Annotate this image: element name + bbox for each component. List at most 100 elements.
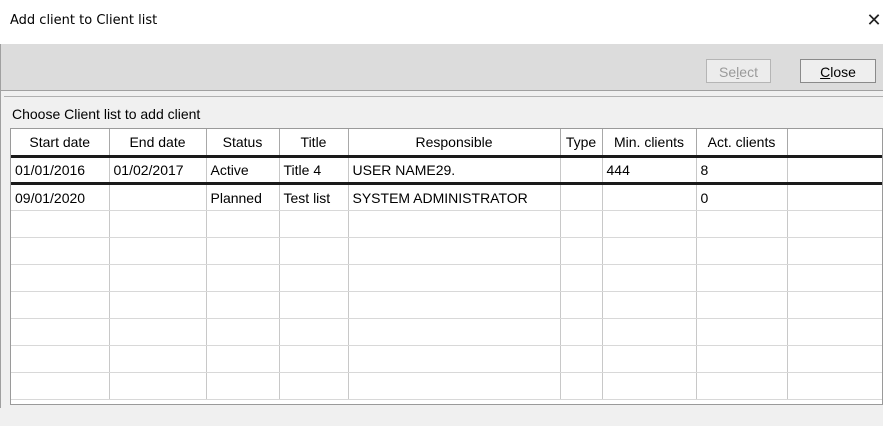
- empty-table-row[interactable]: [11, 345, 882, 373]
- table-cell: [279, 210, 349, 238]
- table-cell: [109, 318, 207, 346]
- table-cell: [279, 318, 349, 346]
- table-cell: [206, 345, 280, 373]
- column-header[interactable]: Act. clients: [696, 129, 788, 157]
- empty-table-row[interactable]: [11, 291, 882, 319]
- column-header[interactable]: Min. clients: [602, 129, 697, 157]
- client-list-grid: Start date End date Status Title Responsible…: [11, 129, 882, 400]
- table-cell: 0: [696, 183, 788, 211]
- table-cell: [348, 237, 561, 265]
- table-cell: [787, 155, 882, 185]
- table-cell: [206, 372, 280, 400]
- table-cell: [11, 291, 110, 319]
- select-button[interactable]: Select: [706, 59, 771, 83]
- table-cell: Active: [206, 155, 280, 185]
- table-header-row: Start date End date Status Title Responsible…: [11, 129, 882, 157]
- table-cell: 09/01/2020: [11, 183, 110, 211]
- table-cell: [560, 372, 603, 400]
- table-cell: [109, 264, 207, 292]
- table-cell: [696, 264, 788, 292]
- table-cell: [206, 264, 280, 292]
- table-cell: [560, 264, 603, 292]
- table-cell: [560, 318, 603, 346]
- section-label: Choose Client list to add client: [12, 106, 201, 122]
- column-header[interactable]: Title: [279, 129, 349, 157]
- column-header[interactable]: Status: [206, 129, 280, 157]
- table-cell: [787, 183, 882, 211]
- empty-table-row[interactable]: [11, 237, 882, 265]
- table-cell: [696, 318, 788, 346]
- table-cell: [602, 318, 697, 346]
- table-cell: 01/01/2016: [11, 155, 110, 185]
- table-cell: [560, 291, 603, 319]
- table-cell: [560, 237, 603, 265]
- title-bar: Add client to Client list ✕: [0, 0, 883, 44]
- window-left-edge: [0, 44, 1, 426]
- table-cell: [602, 372, 697, 400]
- table-cell: [560, 345, 603, 373]
- table-cell: [348, 318, 561, 346]
- empty-table-row[interactable]: [11, 318, 882, 346]
- table-cell: [109, 183, 207, 211]
- status-area: [0, 408, 883, 426]
- table-cell: [206, 210, 280, 238]
- table-cell: [787, 345, 882, 373]
- table-cell: [348, 291, 561, 319]
- table-cell: [11, 264, 110, 292]
- table-cell: [560, 183, 603, 211]
- table-cell: [279, 345, 349, 373]
- table-cell: Title 4: [279, 155, 349, 185]
- select-button-label: Select: [719, 64, 758, 80]
- table-cell: [602, 183, 697, 211]
- table-cell: [109, 372, 207, 400]
- table-cell: [787, 291, 882, 319]
- column-header[interactable]: [787, 129, 882, 157]
- table-cell: [348, 264, 561, 292]
- table-cell: [696, 210, 788, 238]
- table-row[interactable]: 01/01/2016 01/02/2017 Active Title 4 USER NA…: [11, 155, 882, 185]
- client-list-table[interactable]: Start date End date Status Title Responsible…: [10, 128, 883, 405]
- table-cell: 444: [602, 155, 697, 185]
- close-button[interactable]: Close: [800, 59, 876, 83]
- close-icon[interactable]: ✕: [865, 10, 883, 32]
- empty-table-row[interactable]: [11, 372, 882, 400]
- column-header[interactable]: Start date: [11, 129, 110, 157]
- table-cell: [206, 237, 280, 265]
- table-cell: [560, 210, 603, 238]
- table-cell: [279, 237, 349, 265]
- table-cell: [348, 372, 561, 400]
- table-row[interactable]: 09/01/2020 Planned Test list SYSTEM ADMINIS…: [11, 183, 882, 211]
- table-cell: [348, 345, 561, 373]
- empty-table-row[interactable]: [11, 264, 882, 292]
- table-cell: [696, 345, 788, 373]
- table-cell: [206, 291, 280, 319]
- table-cell: Test list: [279, 183, 349, 211]
- table-cell: [602, 264, 697, 292]
- close-button-label: Close: [820, 64, 856, 80]
- table-cell: [11, 345, 110, 373]
- table-cell: [11, 372, 110, 400]
- table-cell: [109, 210, 207, 238]
- window-title: Add client to Client list: [10, 13, 158, 28]
- table-cell: SYSTEM ADMINISTRATOR: [348, 183, 561, 211]
- empty-table-row[interactable]: [11, 210, 882, 238]
- table-cell: [787, 264, 882, 292]
- table-cell: [602, 237, 697, 265]
- table-cell: [696, 237, 788, 265]
- table-cell: [602, 210, 697, 238]
- table-cell: 8: [696, 155, 788, 185]
- table-cell: [787, 237, 882, 265]
- table-cell: [787, 372, 882, 400]
- column-header[interactable]: End date: [109, 129, 207, 157]
- table-cell: USER NAME29.: [348, 155, 561, 185]
- column-header[interactable]: Responsible: [348, 129, 561, 157]
- toolbar: Select Close: [0, 44, 883, 91]
- table-cell: [279, 264, 349, 292]
- column-header[interactable]: Type: [560, 129, 603, 157]
- table-cell: [11, 210, 110, 238]
- table-cell: [109, 291, 207, 319]
- table-cell: [348, 210, 561, 238]
- table-cell: [279, 372, 349, 400]
- table-cell: [11, 237, 110, 265]
- table-cell: [11, 318, 110, 346]
